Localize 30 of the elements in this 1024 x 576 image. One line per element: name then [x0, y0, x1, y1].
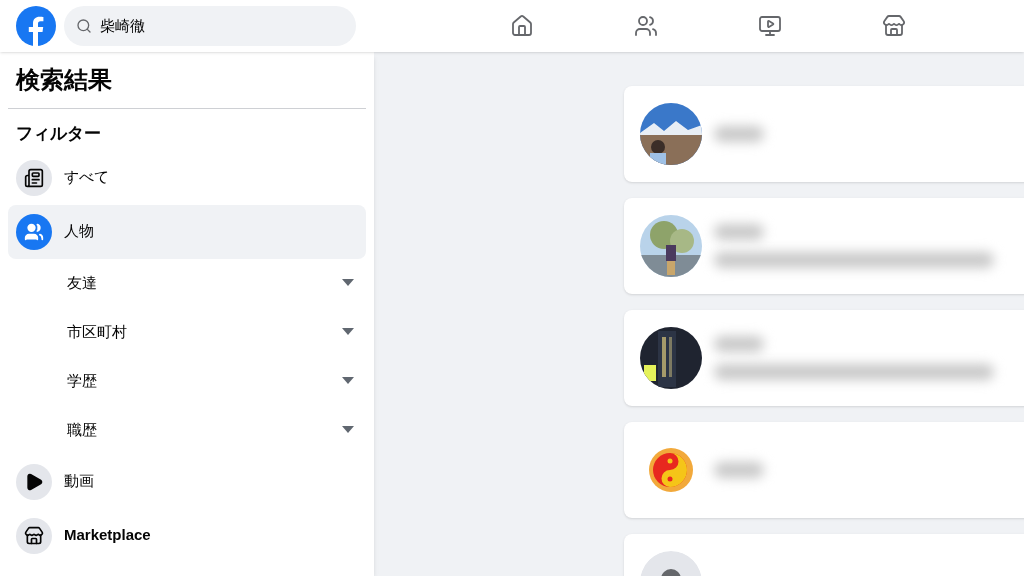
blurred-text — [714, 224, 764, 240]
sidebar-title: 検索結果 — [16, 65, 113, 95]
caret-icon — [342, 279, 354, 287]
search-icon — [76, 18, 92, 34]
filter-item[interactable]: Marketplace — [8, 508, 366, 563]
blurred-text — [714, 336, 764, 352]
filter-item[interactable]: すべて — [8, 150, 366, 205]
filter-label: 人物 — [64, 221, 94, 242]
filter-label: Marketplace — [64, 525, 151, 546]
filter-dropdown[interactable]: 友達 — [8, 258, 366, 308]
filter-label: すべて — [64, 167, 109, 188]
filter-dropdown[interactable]: 学歴 — [8, 356, 366, 406]
filter-item[interactable]: 人物 — [8, 204, 366, 259]
filter-heading: フィルター — [15, 123, 102, 145]
blurred-text — [714, 462, 764, 478]
store-icon[interactable] — [882, 14, 906, 38]
caret-icon — [342, 328, 354, 336]
home-icon[interactable] — [510, 14, 534, 38]
result-card[interactable] — [624, 310, 1024, 406]
logo-icon[interactable] — [16, 6, 56, 46]
video-icon[interactable] — [758, 14, 782, 38]
search-field[interactable]: 柴崎徹 — [64, 6, 356, 46]
filter-dropdown[interactable]: 市区町村 — [8, 307, 366, 357]
filter-dropdown[interactable]: 職歴 — [8, 405, 366, 455]
filter-item[interactable]: 動画 — [8, 454, 366, 509]
friends-icon[interactable] — [634, 14, 658, 38]
caret-icon — [342, 426, 354, 434]
filter-label: 動画 — [64, 471, 94, 492]
blurred-text — [714, 126, 764, 142]
caret-icon — [342, 377, 354, 385]
